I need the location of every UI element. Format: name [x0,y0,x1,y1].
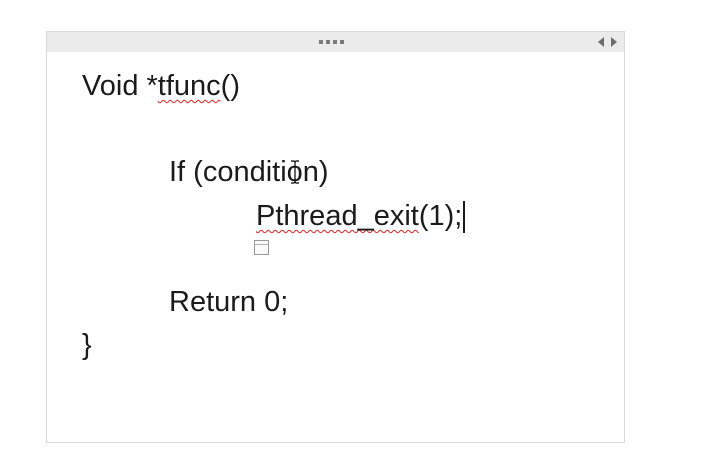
resize-arrows-icon[interactable] [595,35,621,49]
paste-options-icon[interactable] [254,240,269,255]
note-titlebar[interactable] [47,32,624,52]
code-line-pthread-exit[interactable]: Pthread_exit(1); [256,198,465,234]
code-args: (1); [418,200,463,232]
code-parens: () [220,70,240,102]
misspelled-word-pthread-exit[interactable]: Pthread_exit [256,200,419,232]
text-caret [463,201,465,234]
drag-handle-icon[interactable] [319,40,344,44]
code-line-function-signature[interactable]: Void *tfunc() [82,68,240,104]
code-line-closing-brace[interactable]: } [82,327,92,363]
code-keyword-void: Void * [82,70,158,102]
misspelled-word-tfunc[interactable]: tfunc [158,70,221,102]
ibeam-cursor-icon [291,160,299,184]
code-line-return[interactable]: Return 0; [169,284,288,320]
code-line-if-condition[interactable]: If (condition) [169,154,329,190]
